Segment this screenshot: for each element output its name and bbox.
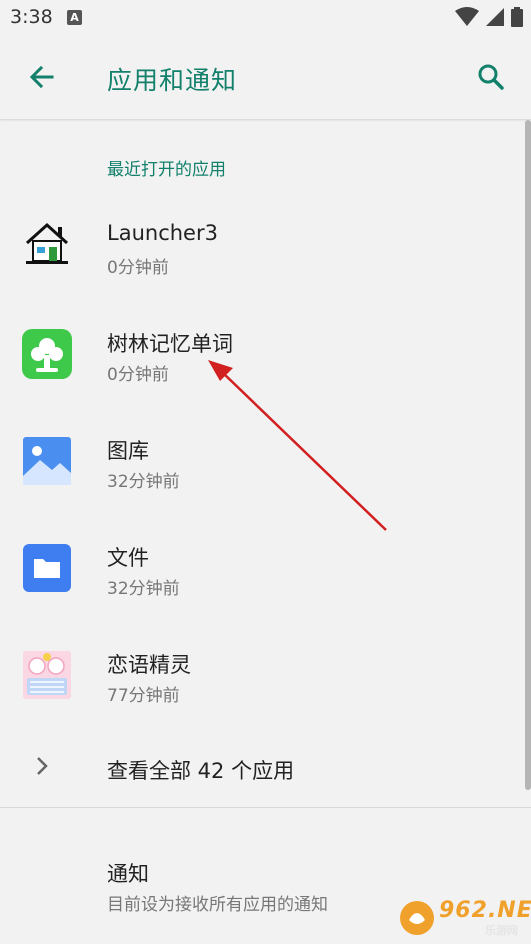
search-icon xyxy=(478,64,504,90)
app-item-shulin[interactable]: 树林记忆单词 0分钟前 xyxy=(0,302,531,402)
status-time: 3:38 xyxy=(10,6,53,28)
divider xyxy=(0,807,531,808)
app-item-lianyu[interactable]: 恋语精灵 77分钟前 xyxy=(0,623,531,723)
app-name: 图库 xyxy=(107,439,149,463)
watermark-text: 962.NET xyxy=(439,898,531,923)
app-last-opened: 77分钟前 xyxy=(107,686,180,706)
app-name: 文件 xyxy=(107,546,149,570)
watermark-logo-icon xyxy=(400,901,434,935)
notifications-summary: 目前设为接收所有应用的通知 xyxy=(107,895,328,915)
notification-badge: A xyxy=(67,10,82,25)
search-button[interactable] xyxy=(473,59,509,95)
status-icons xyxy=(455,6,523,28)
watermark-logo: 962.NET 乐游网 xyxy=(397,898,531,938)
app-item-files[interactable]: 文件 32分钟前 xyxy=(0,516,531,616)
folder-icon xyxy=(22,543,72,593)
see-all-apps[interactable]: 查看全部 42 个应用 xyxy=(0,735,531,805)
notifications-title: 通知 xyxy=(107,862,149,886)
gallery-icon xyxy=(22,436,72,486)
scrollbar[interactable] xyxy=(525,120,531,790)
app-name: 恋语精灵 xyxy=(107,653,191,677)
keyboard-theme-icon xyxy=(22,650,72,700)
status-bar: 3:38 A xyxy=(0,0,531,35)
arrow-back-icon xyxy=(29,65,54,89)
app-last-opened: 0分钟前 xyxy=(107,258,169,278)
see-all-apps-label: 查看全部 42 个应用 xyxy=(107,759,295,783)
watermark-sub: 乐游网 xyxy=(485,924,518,937)
app-name: Launcher3 xyxy=(107,221,218,245)
app-name: 树林记忆单词 xyxy=(107,332,233,356)
app-last-opened: 32分钟前 xyxy=(107,579,180,599)
battery-icon xyxy=(511,7,523,27)
app-item-gallery[interactable]: 图库 32分钟前 xyxy=(0,409,531,509)
app-bar: 应用和通知 xyxy=(0,35,531,120)
chevron-right-icon xyxy=(30,754,54,778)
app-last-opened: 0分钟前 xyxy=(107,365,169,385)
signal-icon xyxy=(486,8,504,26)
app-last-opened: 32分钟前 xyxy=(107,472,180,492)
page-title: 应用和通知 xyxy=(107,66,238,95)
back-button[interactable] xyxy=(24,59,60,95)
app-item-launcher3[interactable]: Launcher3 0分钟前 xyxy=(0,195,531,295)
house-icon xyxy=(22,217,72,267)
recent-apps-header: 最近打开的应用 xyxy=(107,160,226,180)
wifi-icon xyxy=(455,7,479,26)
tree-icon xyxy=(22,329,72,379)
